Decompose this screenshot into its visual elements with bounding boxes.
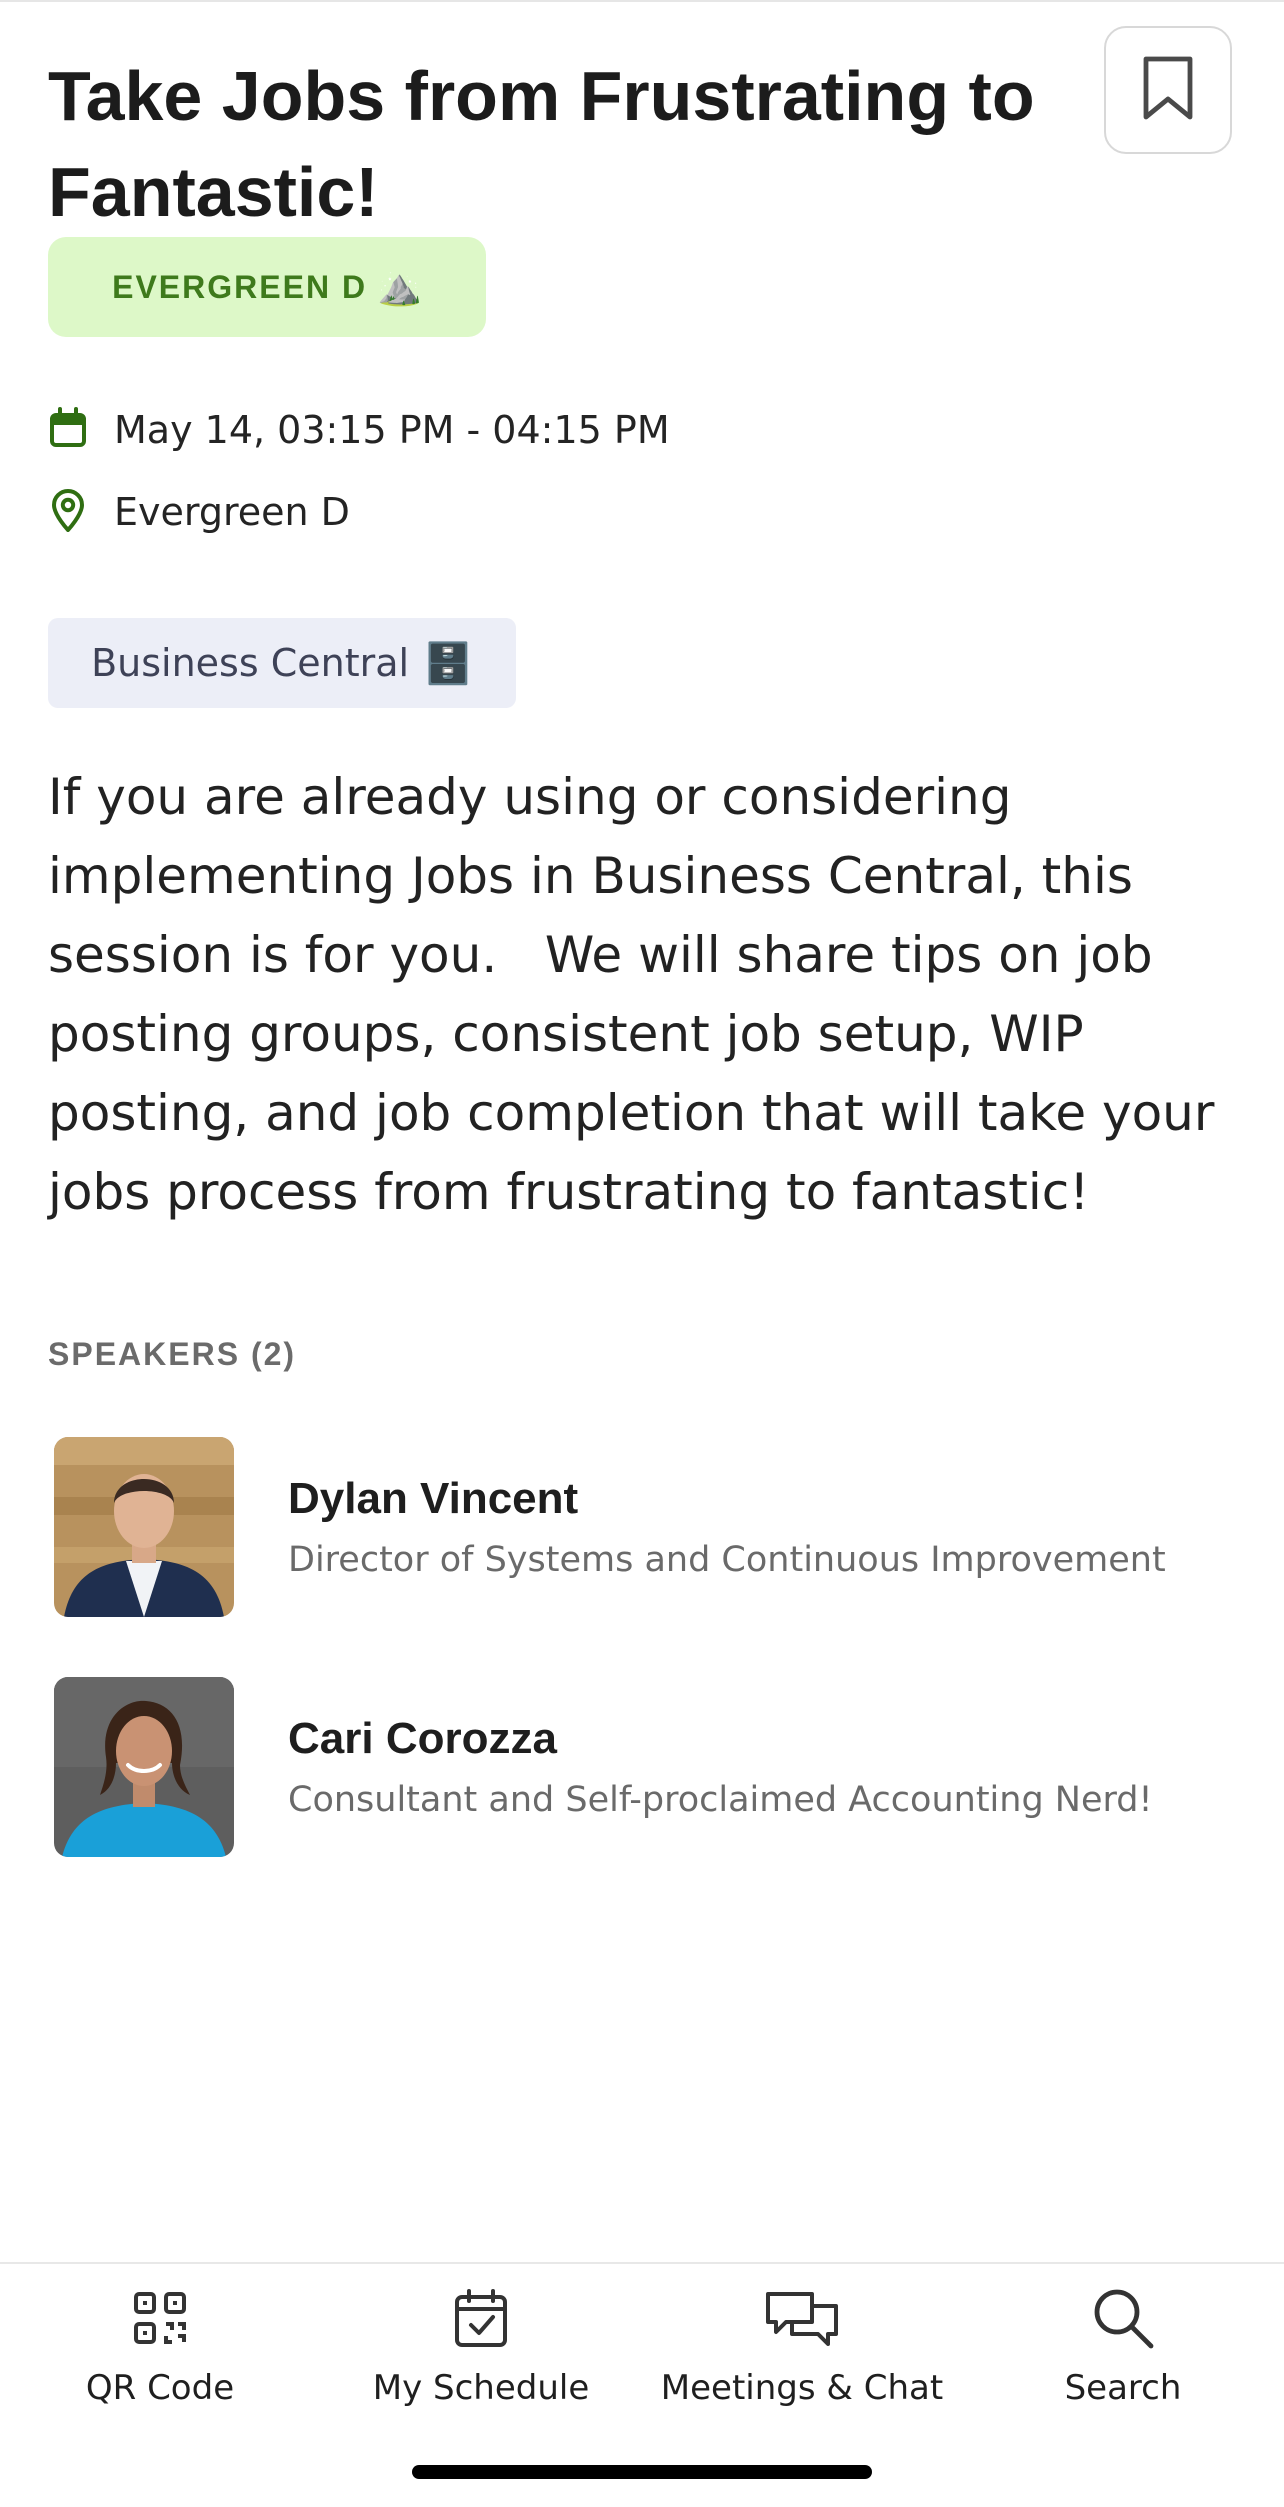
session-title: Take Jobs from Frustrating to Fantastic! (48, 57, 1035, 231)
session-description: If you are already using or considering … (48, 768, 1231, 1221)
home-indicator[interactable] (412, 2465, 872, 2479)
room-badge[interactable]: EVERGREEN D ⛰️ (48, 237, 486, 337)
qr-code-icon (132, 2284, 188, 2352)
mountain-icon: ⛰️ (377, 267, 422, 308)
bookmark-icon (1140, 55, 1196, 125)
speakers-heading: SPEAKERS (2) (48, 1336, 297, 1372)
bookmark-button[interactable] (1104, 26, 1232, 154)
room-badge-label: EVERGREEN D (112, 268, 368, 305)
tab-search[interactable]: Search (963, 2284, 1283, 2434)
speaker-name: Cari Corozza (288, 1714, 557, 1763)
track-tag[interactable]: Business Central 🗄️ (48, 618, 516, 708)
location-pin-icon (48, 488, 88, 536)
tab-label: My Schedule (372, 2368, 590, 2408)
tab-label: QR Code (85, 2368, 235, 2408)
speaker-card[interactable]: Dylan Vincent Director of Systems and Co… (54, 1436, 1234, 1618)
speaker-card[interactable]: Cari Corozza Consultant and Self-proclai… (54, 1676, 1234, 1858)
session-location: Evergreen D (114, 490, 350, 534)
speaker-title: Director of Systems and Continuous Impro… (288, 1540, 1166, 1580)
track-tag-label: Business Central (91, 641, 410, 685)
speaker-avatar (54, 1437, 234, 1617)
tab-label: Meetings & Chat (660, 2368, 944, 2408)
top-divider (0, 0, 1284, 2)
search-icon (1091, 2284, 1155, 2352)
tab-meetings-chat[interactable]: Meetings & Chat (642, 2284, 962, 2434)
tab-my-schedule[interactable]: My Schedule (321, 2284, 641, 2434)
session-datetime: May 14, 03:15 PM - 04:15 PM (114, 408, 670, 452)
calendar-check-icon (453, 2284, 509, 2352)
tab-label: Search (1064, 2368, 1182, 2408)
speaker-title: Consultant and Self-proclaimed Accountin… (288, 1780, 1153, 1820)
speaker-name: Dylan Vincent (288, 1474, 579, 1523)
file-cabinet-icon: 🗄️ (423, 640, 473, 687)
tab-qr-code[interactable]: QR Code (0, 2284, 320, 2434)
session-location-row[interactable]: Evergreen D (48, 488, 350, 536)
chat-bubbles-icon (764, 2284, 840, 2352)
calendar-icon (48, 407, 88, 453)
speaker-avatar (54, 1677, 234, 1857)
session-datetime-row: May 14, 03:15 PM - 04:15 PM (48, 407, 670, 453)
